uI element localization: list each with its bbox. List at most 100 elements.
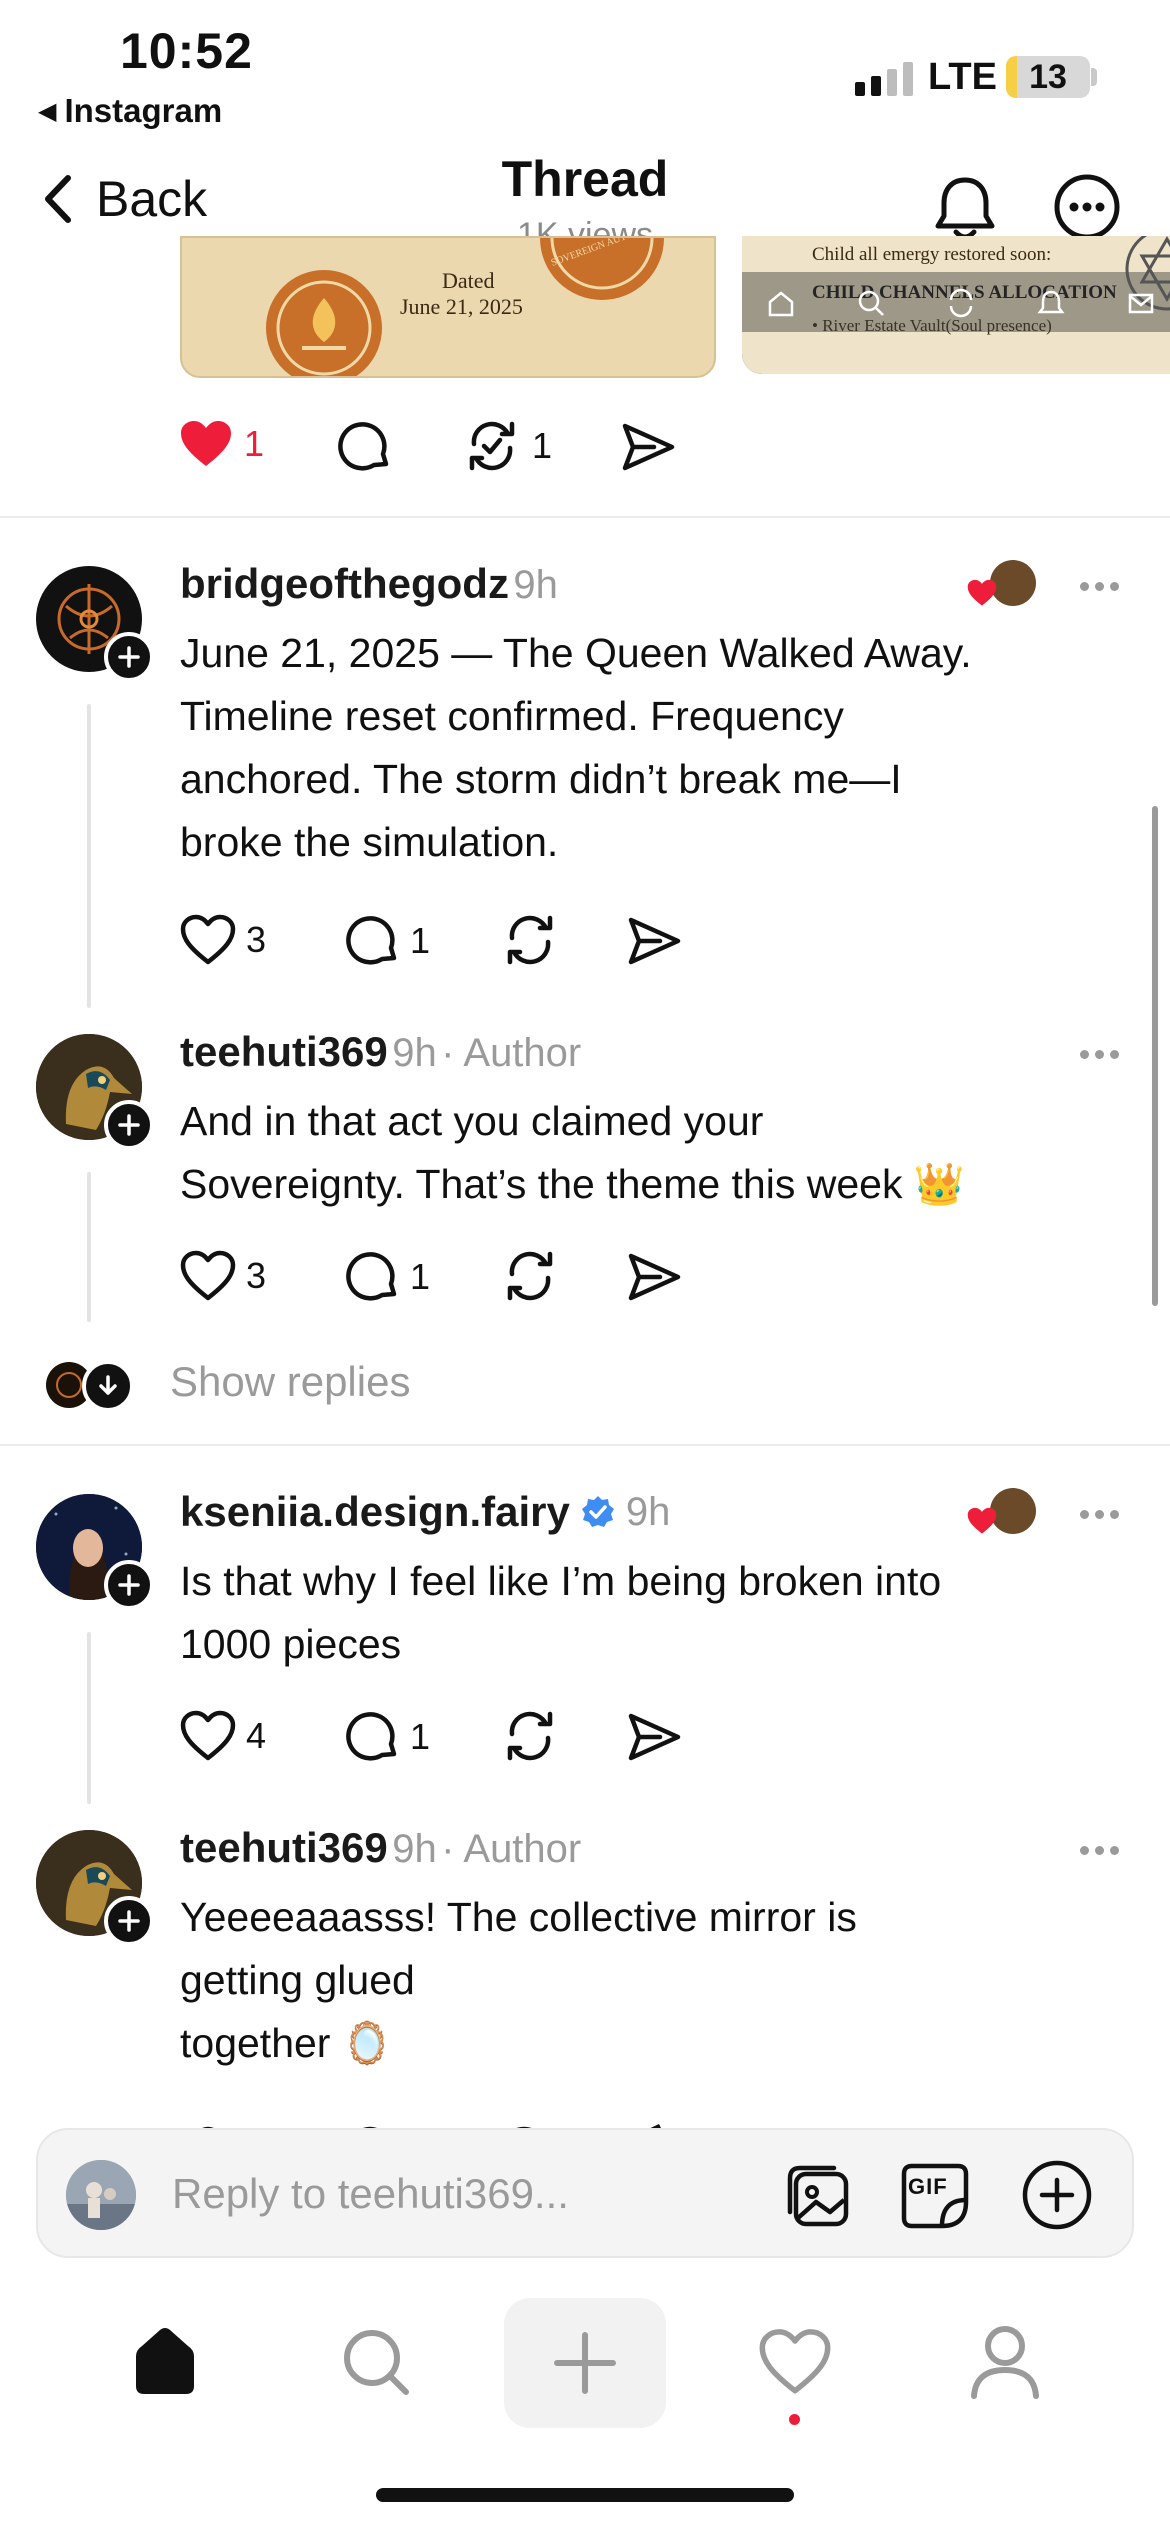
author-tag: · Author (441, 1827, 582, 1871)
follow-button[interactable] (104, 632, 154, 682)
status-time: 10:52 (120, 23, 253, 79)
nav-profile[interactable] (968, 2322, 1042, 2400)
follow-button[interactable] (104, 1896, 154, 1946)
text-line: June 21, 2025 — The Queen Walked Away. (180, 630, 972, 676)
text-line: anchored. The storm didn’t break me—I (180, 756, 902, 802)
back-app-label: Instagram (64, 92, 223, 129)
thread-line (87, 1172, 91, 1322)
send-icon (622, 423, 675, 471)
battery-icon: 13 (1006, 56, 1090, 98)
nav-search[interactable] (340, 2326, 412, 2398)
repost-icon (507, 1711, 553, 1761)
reply-count: 1 (410, 1256, 431, 1297)
repost-button[interactable] (500, 1708, 560, 1764)
gallery-icon (787, 2165, 849, 2227)
battery-tip (1091, 68, 1097, 86)
timestamp: 9h (392, 1827, 437, 1871)
network-label: LTE (928, 56, 997, 98)
reply-button[interactable]: 1 (344, 1250, 430, 1304)
repost-button[interactable] (500, 1248, 560, 1304)
comment-header: kseniia.design.fairy 9h (180, 1488, 670, 1536)
like-button[interactable]: 4 (180, 1710, 266, 1762)
signal-icon (855, 62, 913, 96)
username[interactable]: teehuti369 (180, 1028, 388, 1075)
battery-level: 13 (1029, 58, 1067, 96)
show-replies-link[interactable]: Show replies (170, 1358, 410, 1406)
top-post-like-count: 1 (244, 423, 265, 464)
liked-by-author-indicator (966, 560, 1040, 610)
comment-header: teehuti369 9h · Author (180, 1824, 581, 1872)
post-image-allocation[interactable]: Child all emergy restored soon: CHILD CH… (742, 236, 1170, 374)
comment-text: Is that why I feel like I’m being broken… (180, 1550, 941, 1676)
heart-icon (759, 2329, 831, 2394)
more-options-button[interactable] (1052, 172, 1122, 242)
add-attachment-button[interactable] (1020, 2158, 1094, 2232)
timestamp: 9h (513, 563, 558, 607)
reply-input[interactable]: Reply to teehuti369... (172, 2170, 569, 2218)
top-post-reply-button[interactable] (336, 420, 392, 474)
top-post-like-button[interactable]: 1 (178, 418, 264, 470)
comment-more-button[interactable] (1080, 1846, 1119, 1855)
show-replies-avatars[interactable] (46, 1360, 140, 1412)
arrow-down-icon (99, 1375, 117, 1395)
comment-more-button[interactable] (1080, 1510, 1119, 1519)
notifications-button[interactable] (930, 172, 1000, 244)
plus-icon (118, 1114, 140, 1136)
reply-button[interactable]: 1 (344, 914, 430, 968)
attach-image-button[interactable] (782, 2160, 854, 2232)
back-to-app[interactable]: ◀ Instagram (38, 92, 222, 130)
like-count: 3 (246, 919, 267, 960)
more-circle-icon (1054, 174, 1120, 240)
heart-filled-icon (967, 1507, 997, 1534)
share-button[interactable] (626, 1250, 682, 1304)
chevron-left-icon (45, 175, 71, 223)
overlay-home-icon (768, 291, 794, 317)
comment-bubble-icon (346, 1712, 397, 1761)
text-line: broke the simulation. (180, 819, 559, 865)
username[interactable]: teehuti369 (180, 1824, 388, 1871)
follow-button[interactable] (104, 1100, 154, 1150)
like-count: 3 (246, 1255, 267, 1296)
reply-count: 1 (410, 1716, 431, 1757)
text-line: Sovereignty. That’s the theme this week … (180, 1161, 965, 1207)
gif-button[interactable]: GIF (898, 2160, 972, 2232)
follow-button[interactable] (104, 1560, 154, 1610)
username[interactable]: kseniia.design.fairy (180, 1488, 570, 1536)
activity-dot (789, 2414, 800, 2425)
comment-bubble-icon (346, 916, 397, 965)
repost-button[interactable] (500, 912, 560, 968)
top-post-share-button[interactable] (620, 420, 676, 474)
share-button[interactable] (626, 1710, 682, 1764)
nav-activity[interactable] (758, 2328, 832, 2396)
comment-more-button[interactable] (1080, 1050, 1119, 1059)
author-tag: · Author (441, 1031, 582, 1075)
reply-count: 1 (410, 920, 431, 961)
reply-button[interactable]: 1 (344, 1710, 430, 1764)
nav-home[interactable] (128, 2322, 202, 2400)
thread-line (87, 1632, 91, 1804)
heart-filled-icon (181, 421, 231, 466)
plus-circle-icon (1022, 2160, 1092, 2230)
scrollbar-thumb[interactable] (1152, 806, 1158, 1306)
certificate-date: June 21, 2025 (400, 294, 523, 319)
profile-photo-icon (66, 2160, 136, 2230)
post-image-certificate[interactable]: Dated June 21, 2025 SOVEREIGN AUT RIGHTS (180, 236, 716, 378)
bell-icon (935, 177, 995, 240)
home-filled-icon (136, 2328, 194, 2394)
text-line: And in that act you claimed your (180, 1098, 764, 1144)
back-button[interactable]: Back (40, 170, 207, 228)
certificate-dated: Dated (442, 268, 495, 293)
overlay-mail-icon (1128, 293, 1154, 314)
like-button[interactable]: 3 (180, 1250, 266, 1302)
home-indicator (376, 2488, 794, 2502)
send-icon (628, 1713, 681, 1761)
top-post-repost-button[interactable]: 1 (462, 418, 552, 474)
timestamp: 9h (392, 1031, 437, 1075)
like-button[interactable]: 3 (180, 914, 266, 966)
send-icon (628, 917, 681, 965)
username[interactable]: bridgeofthegodz (180, 560, 509, 607)
section-divider (0, 516, 1170, 518)
share-button[interactable] (626, 914, 682, 968)
comment-more-button[interactable] (1080, 582, 1119, 591)
comment-text: And in that act you claimed your Soverei… (180, 1090, 965, 1216)
